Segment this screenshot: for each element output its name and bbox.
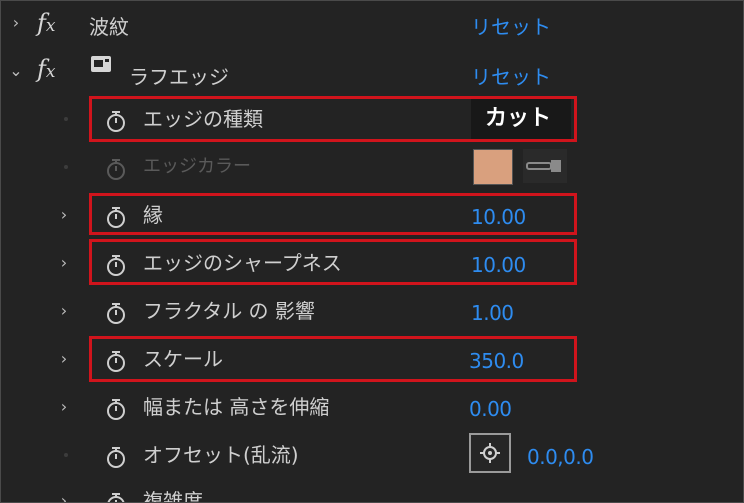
chevron-right-icon[interactable]: ›	[57, 397, 71, 417]
effect-name: ラフエッジ	[129, 65, 229, 89]
color-swatch[interactable]	[473, 149, 513, 185]
no-keyframe-dot	[64, 117, 68, 121]
no-keyframe-dot	[64, 165, 68, 169]
property-value[interactable]: 0.0,0.0	[527, 443, 594, 471]
property-label: 幅または 高さを伸縮	[143, 395, 330, 419]
layer-effect-icon	[91, 56, 111, 72]
chevron-right-icon[interactable]: ›	[57, 491, 71, 502]
property-row-offset: オフセット(乱流) 0.0,0.0	[1, 431, 743, 479]
property-row-edge-color: エッジカラー	[1, 143, 743, 191]
effect-row-ripple[interactable]: › fx 波紋 リセット	[1, 5, 743, 49]
property-row-fractal-influence: › フラクタル の 影響 1.00	[1, 287, 743, 335]
chevron-down-icon[interactable]: ⌄	[9, 61, 23, 81]
effect-controls-panel: › fx 波紋 リセット ⌄ fx リセット ラフエッジ エッジの種類 カット …	[0, 0, 744, 503]
property-label: 複雑度	[143, 489, 203, 503]
fx-icon[interactable]: fx	[37, 53, 55, 88]
reset-link[interactable]: リセット	[471, 13, 551, 41]
property-label: フラクタル の 影響	[143, 299, 315, 323]
effect-name: 波紋	[89, 15, 129, 39]
stopwatch-icon[interactable]	[105, 445, 127, 469]
stopwatch-icon[interactable]	[105, 397, 127, 421]
property-value[interactable]: 0.00	[469, 395, 512, 423]
chevron-right-icon[interactable]: ›	[57, 301, 71, 321]
property-label: オフセット(乱流)	[143, 443, 299, 467]
chevron-right-icon[interactable]: ›	[9, 13, 23, 33]
property-row-stretch: › 幅または 高さを伸縮 0.00	[1, 383, 743, 431]
stopwatch-icon[interactable]	[105, 301, 127, 325]
offset-anchor-button[interactable]	[469, 433, 511, 473]
reset-link[interactable]: リセット	[471, 63, 551, 91]
highlight-edge-type	[89, 96, 577, 142]
crosshair-icon	[480, 443, 500, 463]
highlight-edge-sharpness	[89, 239, 577, 285]
highlight-border	[89, 193, 577, 235]
property-row-complexity: › 複雑度	[1, 477, 743, 503]
fx-icon[interactable]: fx	[37, 7, 55, 42]
chevron-right-icon[interactable]: ›	[57, 349, 71, 369]
highlight-scale	[89, 336, 577, 382]
eyedropper-icon[interactable]	[523, 149, 567, 183]
no-keyframe-dot	[64, 453, 68, 457]
property-label: エッジカラー	[143, 156, 251, 177]
chevron-right-icon[interactable]: ›	[57, 205, 71, 225]
chevron-right-icon[interactable]: ›	[57, 253, 71, 273]
stopwatch-icon	[105, 157, 127, 181]
property-value[interactable]: 1.00	[471, 299, 514, 327]
stopwatch-icon[interactable]	[105, 491, 127, 502]
